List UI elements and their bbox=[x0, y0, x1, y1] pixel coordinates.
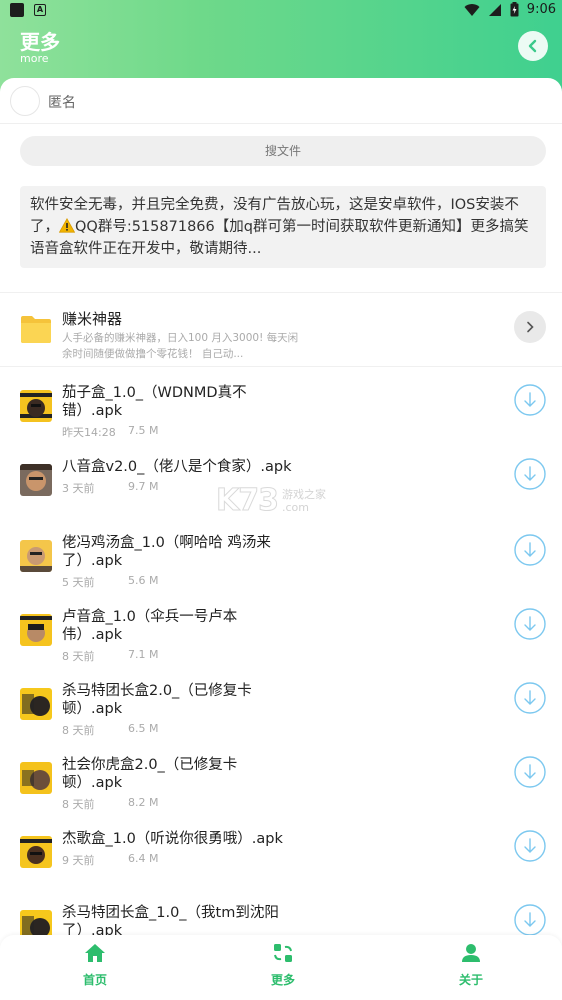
file-size: 5.6 M bbox=[128, 574, 159, 587]
file-thumbnail bbox=[20, 688, 52, 720]
app-a-icon: A bbox=[34, 4, 46, 16]
nav-about[interactable]: 关于 bbox=[441, 943, 501, 988]
file-name: 社会你虎盒2.0_（已修复卡顿）.apk bbox=[62, 757, 238, 791]
notice-text-2: QQ群号:515871866【加q群可第一时间获取软件更新通知】更多搞笑语音盒软… bbox=[30, 219, 529, 257]
download-icon[interactable] bbox=[514, 608, 546, 640]
page-subtitle: more bbox=[20, 52, 49, 65]
file-date: 昨天14:28 bbox=[62, 426, 116, 439]
chevron-left-icon bbox=[528, 39, 537, 53]
file-date: 8 天前 bbox=[62, 798, 95, 811]
file-thumbnail bbox=[20, 762, 52, 794]
signal-icon bbox=[488, 3, 501, 16]
wifi-icon bbox=[464, 3, 480, 16]
nav-more-label: 更多 bbox=[270, 973, 295, 987]
file-item[interactable]: 杰歌盒_1.0（听说你很勇哦）.apk 9 天前 6.4 M bbox=[0, 830, 562, 904]
file-date: 8 天前 bbox=[62, 650, 95, 663]
search-placeholder: 搜文件 bbox=[264, 144, 301, 158]
watermark-line2: .com bbox=[282, 500, 309, 514]
nav-more[interactable]: 更多 bbox=[253, 943, 313, 988]
download-icon[interactable] bbox=[514, 534, 546, 566]
file-date: 3 天前 bbox=[62, 482, 95, 495]
page-title: 更多 bbox=[20, 30, 60, 54]
file-thumbnail bbox=[20, 464, 52, 496]
home-icon bbox=[85, 944, 105, 962]
download-icon[interactable] bbox=[514, 756, 546, 788]
notification-icon bbox=[10, 3, 24, 17]
file-date: 9 天前 bbox=[62, 854, 95, 867]
file-meta: 9 天前 6.4 M bbox=[62, 852, 158, 868]
user-name: 匿名 bbox=[48, 95, 76, 111]
file-name: 杰歌盒_1.0（听说你很勇哦）.apk bbox=[62, 831, 283, 847]
back-button[interactable] bbox=[518, 31, 548, 61]
nav-home[interactable]: 首页 bbox=[65, 943, 125, 988]
download-icon[interactable] bbox=[514, 682, 546, 714]
watermark: K73 游戏之家 .com bbox=[216, 483, 327, 519]
download-icon[interactable] bbox=[514, 458, 546, 490]
file-size: 7.1 M bbox=[128, 648, 159, 661]
file-meta: 5 天前 5.6 M bbox=[62, 574, 158, 590]
download-icon[interactable] bbox=[514, 830, 546, 862]
file-item[interactable]: 卢音盒_1.0（伞兵一号卢本伟）.apk 8 天前 7.1 M bbox=[0, 608, 562, 682]
download-icon[interactable] bbox=[514, 904, 546, 936]
file-thumbnail bbox=[20, 614, 52, 646]
notice-box: 软件安全无毒，并且完全免费，没有广告放心玩，这是安卓软件，IOS安装不了， QQ群… bbox=[20, 186, 546, 268]
file-name: 茄子盒_1.0_（WDNMD真不错）.apk bbox=[62, 385, 247, 419]
folder-icon bbox=[21, 316, 51, 343]
file-thumbnail bbox=[20, 540, 52, 572]
file-item[interactable]: 茄子盒_1.0_（WDNMD真不错）.apk 昨天14:28 7.5 M bbox=[0, 384, 562, 458]
file-size: 6.5 M bbox=[128, 722, 159, 735]
file-size: 6.4 M bbox=[128, 852, 159, 865]
search-input[interactable]: 搜文件 bbox=[20, 136, 546, 166]
file-meta: 3 天前 9.7 M bbox=[62, 480, 158, 496]
file-meta: 8 天前 6.5 M bbox=[62, 722, 158, 738]
bottom-navigation: 首页 更多 关于 bbox=[0, 935, 562, 1000]
file-thumbnail bbox=[20, 390, 52, 422]
watermark-brand: K73 bbox=[216, 483, 280, 519]
file-meta: 8 天前 7.1 M bbox=[62, 648, 158, 664]
file-date: 8 天前 bbox=[62, 724, 95, 737]
file-item[interactable]: 佬冯鸡汤盒_1.0（啊哈哈 鸡汤来了）.apk 5 天前 5.6 M bbox=[0, 534, 562, 608]
divider bbox=[0, 366, 562, 367]
folder-description: 人手必备的赚米神器，日入100 月入3000! 每天闲余时间随便做做撸个零花钱！… bbox=[62, 332, 299, 360]
nav-about-label: 关于 bbox=[458, 973, 483, 987]
user-icon bbox=[462, 944, 480, 962]
file-item[interactable]: 社会你虎盒2.0_（已修复卡顿）.apk 8 天前 8.2 M bbox=[0, 756, 562, 830]
file-item[interactable]: 杀马特团长盒2.0_（已修复卡顿）.apk 8 天前 6.5 M bbox=[0, 682, 562, 756]
file-size: 7.5 M bbox=[128, 424, 159, 437]
file-date: 5 天前 bbox=[62, 576, 95, 589]
file-name: 佬冯鸡汤盒_1.0（啊哈哈 鸡汤来了）.apk bbox=[62, 535, 271, 569]
user-row[interactable]: 匿名 bbox=[0, 78, 562, 124]
file-name: 八音盒v2.0_（佬八是个食家）.apk bbox=[62, 459, 292, 475]
more-icon bbox=[274, 944, 292, 962]
chevron-right-icon bbox=[527, 321, 534, 333]
folder-item[interactable]: 赚米神器 人手必备的赚米神器，日入100 月入3000! 每天闲余时间随便做做撸… bbox=[0, 298, 562, 364]
watermark-text: 游戏之家 .com bbox=[282, 488, 326, 514]
watermark-line1: 游戏之家 bbox=[282, 487, 326, 501]
download-icon[interactable] bbox=[514, 384, 546, 416]
file-name: 杀马特团长盒2.0_（已修复卡顿）.apk bbox=[62, 683, 252, 717]
file-meta: 8 天前 8.2 M bbox=[62, 796, 158, 812]
file-size: 8.2 M bbox=[128, 796, 159, 809]
content-card: 匿名 搜文件 软件安全无毒，并且完全免费，没有广告放心玩，这是安卓软件，IOS安… bbox=[0, 78, 562, 1000]
divider bbox=[0, 292, 562, 293]
warning-icon bbox=[59, 218, 75, 233]
avatar[interactable] bbox=[10, 86, 40, 116]
nav-home-label: 首页 bbox=[82, 973, 107, 987]
file-meta: 昨天14:28 7.5 M bbox=[62, 424, 158, 440]
file-size: 9.7 M bbox=[128, 480, 159, 493]
folder-name: 赚米神器 bbox=[62, 310, 123, 328]
file-thumbnail bbox=[20, 836, 52, 868]
battery-icon bbox=[510, 2, 519, 17]
file-name: 卢音盒_1.0（伞兵一号卢本伟）.apk bbox=[62, 609, 238, 643]
open-folder-button[interactable] bbox=[514, 311, 546, 343]
clock: 9:06 bbox=[526, 2, 556, 17]
status-bar: A 9:06 bbox=[0, 0, 562, 20]
